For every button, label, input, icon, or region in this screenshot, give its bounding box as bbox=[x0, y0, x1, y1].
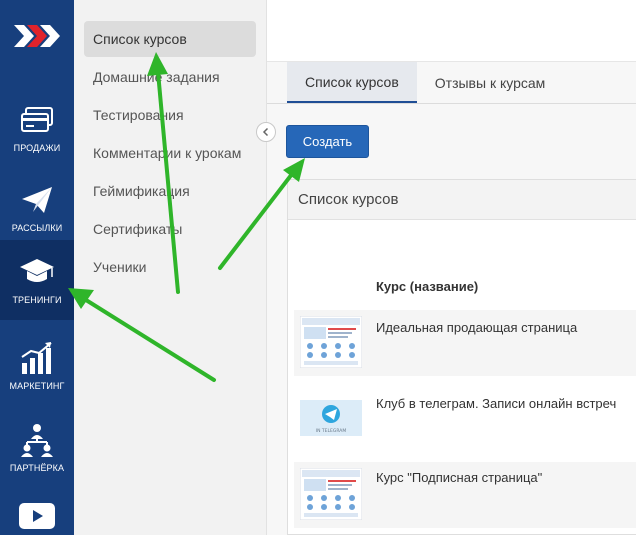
course-list-panel: Список курсов Курс (название) Идеальная … bbox=[287, 179, 636, 535]
panel-title: Список курсов bbox=[288, 180, 636, 220]
app-logo[interactable] bbox=[0, 0, 74, 72]
rail-item-label: МАРКЕТИНГ bbox=[9, 381, 65, 391]
collapse-submenu-button[interactable] bbox=[256, 122, 276, 142]
submenu-item-gamification[interactable]: Геймификация bbox=[84, 173, 256, 209]
chevron-left-icon bbox=[262, 127, 269, 137]
paper-plane-icon bbox=[22, 187, 52, 213]
section-submenu: Список курсов Домашние задания Тестирова… bbox=[74, 0, 267, 535]
rail-item-video[interactable] bbox=[19, 503, 55, 534]
course-row[interactable]: Курс "Подписная страница" bbox=[294, 462, 636, 528]
video-play-icon bbox=[19, 503, 55, 529]
course-row[interactable]: Идеальная продающая страница bbox=[294, 310, 636, 376]
credit-card-icon bbox=[21, 107, 53, 132]
rail-item-mailings[interactable]: РАССЫЛКИ bbox=[0, 168, 74, 248]
course-row[interactable]: IN TELEGRAM Клуб в телеграм. Записи онла… bbox=[294, 386, 636, 452]
main-nav-rail: ПРОДАЖИ РАССЫЛКИ ТРЕНИНГИ МАРКЕТИНГ ПАРТ… bbox=[0, 0, 74, 535]
submenu-item-course-list[interactable]: Список курсов bbox=[84, 21, 256, 57]
submenu-item-testing[interactable]: Тестирования bbox=[84, 97, 256, 133]
landing-page-thumbnail bbox=[300, 468, 362, 520]
create-course-button[interactable]: Создать bbox=[286, 125, 369, 158]
course-name[interactable]: Клуб в телеграм. Записи онлайн встреч bbox=[376, 396, 616, 411]
rail-item-sales[interactable]: ПРОДАЖИ bbox=[0, 88, 74, 168]
tab-course-list[interactable]: Список курсов bbox=[287, 62, 417, 104]
top-bar bbox=[267, 0, 636, 62]
rail-item-label: ПАРТНЁРКА bbox=[9, 463, 65, 473]
rail-item-label: ТРЕНИНГИ bbox=[12, 295, 62, 305]
telegram-thumbnail: IN TELEGRAM bbox=[300, 400, 362, 436]
rail-item-trainings[interactable]: ТРЕНИНГИ bbox=[0, 240, 74, 320]
tab-divider bbox=[267, 103, 636, 104]
submenu-item-students[interactable]: Ученики bbox=[84, 249, 256, 285]
rail-item-marketing[interactable]: МАРКЕТИНГ bbox=[0, 326, 74, 406]
rail-item-label: ПРОДАЖИ bbox=[13, 143, 61, 153]
submenu-item-homework[interactable]: Домашние задания bbox=[84, 59, 256, 95]
logo-chevrons-icon bbox=[14, 25, 60, 47]
submenu-item-lesson-comments[interactable]: Комментарии к урокам bbox=[84, 135, 256, 171]
main-content: Список курсов Отзывы к курсам Создать Сп… bbox=[267, 0, 636, 535]
landing-page-thumbnail bbox=[300, 316, 362, 368]
tab-course-reviews[interactable]: Отзывы к курсам bbox=[417, 62, 564, 104]
thumbnail-caption: IN TELEGRAM bbox=[316, 428, 347, 434]
partner-network-icon bbox=[21, 424, 53, 457]
rail-item-label: РАССЫЛКИ bbox=[11, 223, 63, 233]
rail-item-partners[interactable]: ПАРТНЁРКА bbox=[0, 408, 74, 488]
course-name[interactable]: Курс "Подписная страница" bbox=[376, 470, 542, 485]
column-header-course-name[interactable]: Курс (название) bbox=[376, 279, 478, 294]
submenu-item-certificates[interactable]: Сертификаты bbox=[84, 211, 256, 247]
graduation-cap-icon bbox=[20, 259, 54, 282]
course-name[interactable]: Идеальная продающая страница bbox=[376, 320, 577, 335]
tab-bar: Список курсов Отзывы к курсам bbox=[287, 62, 563, 104]
growth-chart-icon bbox=[21, 342, 52, 374]
